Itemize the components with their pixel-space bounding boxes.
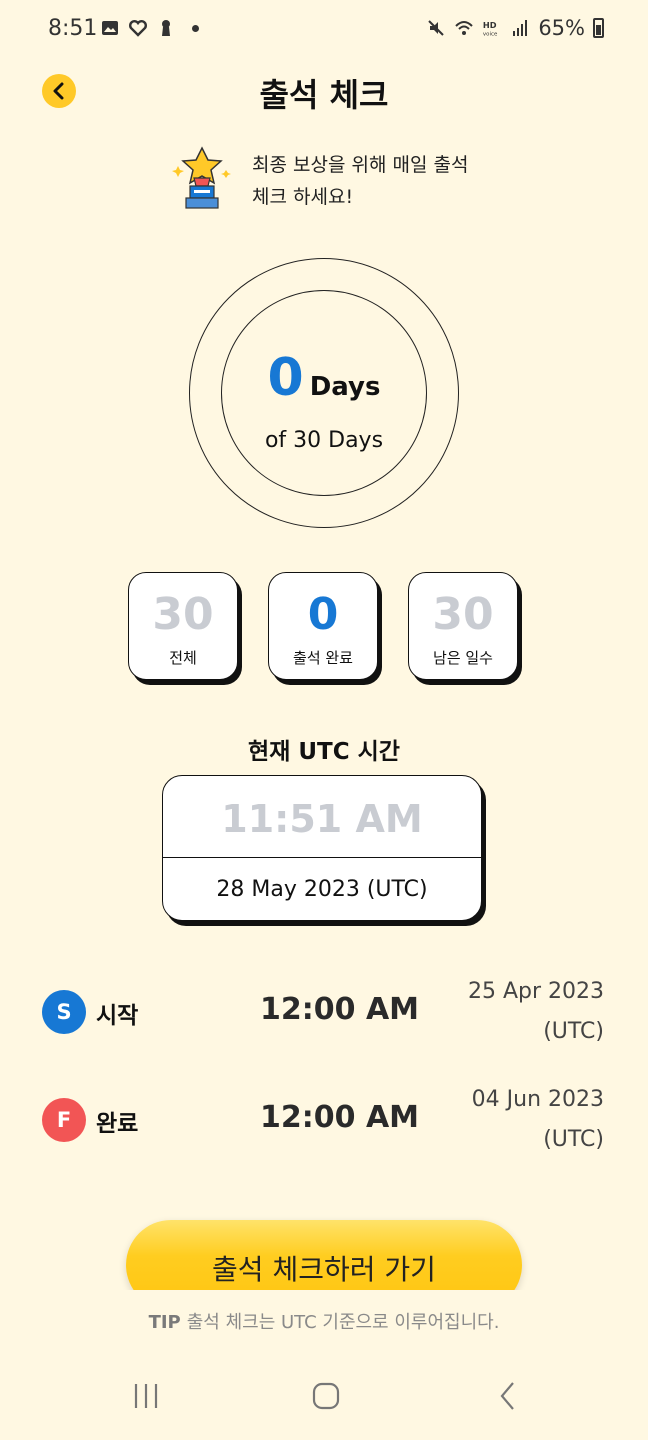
tip-body: 출석 체크는 UTC 기준으로 이루어집니다.	[186, 1312, 500, 1333]
page-title: 출석 체크	[259, 76, 389, 114]
dot-icon	[192, 24, 199, 32]
status-right-icons: HD voice 65%	[426, 16, 604, 40]
battery-icon	[593, 18, 604, 38]
finish-date: 04 Jun 2023 (UTC)	[472, 1080, 604, 1160]
stat-completed-value: 0	[307, 589, 339, 640]
status-left-icons	[100, 18, 199, 38]
wifi-icon	[455, 21, 474, 35]
stat-remaining-value: 30	[432, 589, 494, 640]
svg-text:HD: HD	[483, 20, 497, 30]
back-arrow-icon	[500, 1382, 514, 1410]
stats-row: 30 전체 0 출석 완료 30 남은 일수	[128, 572, 518, 680]
start-badge: S	[42, 990, 86, 1034]
stat-total-value: 30	[152, 589, 214, 640]
intro-line-1: 최종 보상을 위해 매일 출석	[252, 154, 469, 176]
schedule-start-row: S 시작 12:00 AM 25 Apr 2023 (UTC)	[42, 972, 608, 1052]
home-icon	[312, 1382, 340, 1410]
attendance-progress-ring: 0 Days of 30 Days	[189, 258, 459, 528]
finish-date-line-1: 04 Jun 2023	[471, 1087, 604, 1112]
stat-completed-label: 출석 완료	[293, 649, 353, 667]
system-nav-bar	[0, 1350, 648, 1440]
finish-time: 12:00 AM	[260, 1100, 420, 1135]
start-time: 12:00 AM	[260, 992, 420, 1027]
battery-percent: 65%	[538, 16, 585, 40]
utc-time-card: 11:51 AM 28 May 2023 (UTC)	[162, 775, 482, 921]
signal-icon	[513, 20, 528, 36]
status-time: 8:51	[48, 16, 98, 41]
start-date-line-2: (UTC)	[543, 1019, 604, 1044]
intro-text: 최종 보상을 위해 매일 출석 체크 하세요!	[252, 149, 468, 213]
stat-card-completed: 0 출석 완료	[268, 572, 378, 680]
stat-card-total: 30 전체	[128, 572, 238, 680]
svg-text:voice: voice	[483, 31, 498, 37]
attendance-total: of 30 Days	[264, 428, 384, 453]
tip-prefix: TIP	[148, 1312, 181, 1333]
finish-date-line-2: (UTC)	[543, 1127, 604, 1152]
trophy-star-icon	[172, 146, 231, 209]
attendance-count-number: 0	[267, 348, 304, 408]
recent-apps-button[interactable]	[126, 1378, 166, 1414]
utc-current-date: 28 May 2023 (UTC)	[216, 877, 428, 902]
utc-current-time: 11:51 AM	[163, 776, 481, 858]
tip-text: TIP 출석 체크는 UTC 기준으로 이루어집니다.	[0, 1308, 648, 1334]
attendance-count-unit: Days	[309, 372, 381, 402]
start-date: 25 Apr 2023 (UTC)	[468, 972, 604, 1052]
finish-badge: F	[42, 1098, 86, 1142]
heart-icon	[129, 20, 147, 37]
finish-label: 완료	[96, 1111, 139, 1137]
keyhole-icon	[162, 20, 170, 36]
image-icon	[102, 21, 118, 35]
stat-remaining-label: 남은 일수	[433, 649, 493, 667]
stat-total-label: 전체	[169, 649, 197, 667]
utc-section-title: 현재 UTC 시간	[248, 739, 400, 765]
hd-voice-icon: HDvoice	[483, 20, 498, 37]
attendance-count: 0 Days	[189, 348, 459, 408]
stat-card-remaining: 30 남은 일수	[408, 572, 518, 680]
start-label: 시작	[96, 1003, 139, 1029]
system-back-button[interactable]	[488, 1378, 528, 1414]
status-bar: 8:51 HD voice 65%	[0, 0, 648, 60]
home-button[interactable]	[306, 1378, 346, 1414]
intro-line-2: 체크 하세요!	[252, 186, 354, 208]
start-date-line-1: 25 Apr 2023	[467, 979, 604, 1004]
recent-apps-icon	[134, 1384, 158, 1408]
mute-icon	[428, 20, 445, 36]
schedule-finish-row: F 완료 12:00 AM 04 Jun 2023 (UTC)	[42, 1080, 608, 1160]
intro-banner: 최종 보상을 위해 매일 출석 체크 하세요!	[172, 146, 468, 216]
